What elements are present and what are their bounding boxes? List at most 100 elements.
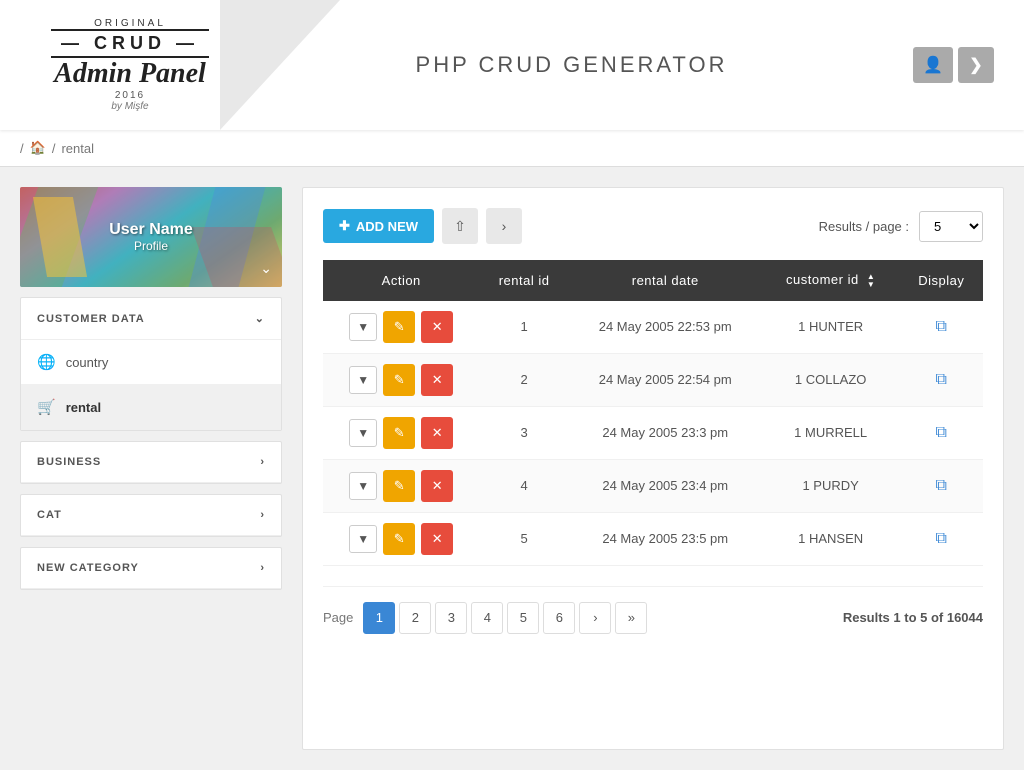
row-edit-button[interactable]: ✎ [383,523,415,555]
logo-crud: — CRUD — [51,29,209,58]
sidebar-section-customer-data-label: CUSTOMER DATA [37,313,145,325]
breadcrumb-sep2: / [52,141,56,156]
header-triangle [220,0,340,130]
cell-customer-id: 1 COLLAZO [762,353,900,406]
row-delete-button[interactable]: ✕ [421,523,453,555]
row-delete-button[interactable]: ✕ [421,470,453,502]
page-btn-4[interactable]: 4 [471,602,503,634]
export-button[interactable]: ⇧ [442,208,478,244]
sidebar-section-business-label: BUSINESS [37,456,101,468]
page-btn-6[interactable]: 6 [543,602,575,634]
cell-customer-id: 1 HANSEN [762,512,900,565]
action-cell: ▼ ✎ ✕ [323,353,479,406]
row-view-button[interactable]: ⧉ [936,424,947,442]
plus-icon: ✚ [339,218,350,234]
action-cell: ▼ ✎ ✕ [323,406,479,459]
col-customer-id[interactable]: customer id ▲ ▼ [762,260,900,301]
cell-display: ⧉ [900,459,983,512]
row-edit-button[interactable]: ✎ [383,364,415,396]
sidebar-section-customer-data: CUSTOMER DATA ⌄ 🌐 country 🛒 rental [20,297,282,431]
sidebar-section-customer-data-header[interactable]: CUSTOMER DATA ⌄ [21,298,281,340]
upload-icon: ⇧ [454,218,466,235]
cell-rental-id: 4 [479,459,568,512]
row-view-button[interactable]: ⧉ [936,530,947,548]
row-dropdown-button[interactable]: ▼ [349,313,377,341]
cell-rental-id: 2 [479,353,568,406]
cell-customer-id: 1 PURDY [762,459,900,512]
page-btn-5[interactable]: 5 [507,602,539,634]
cell-rental-date: 24 May 2005 22:53 pm [569,301,762,354]
pagination: Page 1 2 3 4 5 6 › » [323,602,647,634]
sidebar-section-cat-header[interactable]: CAT › [21,495,281,536]
row-view-button[interactable]: ⧉ [936,318,947,336]
add-new-button[interactable]: ✚ ADD NEW [323,209,434,243]
sidebar-item-rental[interactable]: 🛒 rental [21,385,281,430]
cell-rental-date: 24 May 2005 23:4 pm [569,459,762,512]
user-button[interactable]: 👤 [913,47,953,83]
sidebar-section-new-category-header[interactable]: NEW CATEGORY › [21,548,281,589]
row-delete-button[interactable]: ✕ [421,364,453,396]
breadcrumb-current: rental [61,141,94,156]
row-edit-button[interactable]: ✎ [383,311,415,343]
page-btn-3[interactable]: 3 [435,602,467,634]
cell-customer-id: 1 MURRELL [762,406,900,459]
toolbar: ✚ ADD NEW ⇧ › Results / page : 5 10 25 5… [323,208,983,244]
row-delete-button[interactable]: ✕ [421,417,453,449]
cell-display: ⧉ [900,301,983,354]
toolbar-left: ✚ ADD NEW ⇧ › [323,208,522,244]
sidebar-profile[interactable]: User Name Profile ⌄ [20,187,282,287]
cell-rental-id: 5 [479,512,568,565]
sidebar-item-country[interactable]: 🌐 country [21,340,281,385]
sidebar-section-cat-label: CAT [37,509,62,521]
pagination-area: Page 1 2 3 4 5 6 › » Results 1 to 5 of 1… [323,586,983,634]
sidebar-section-business-chevron: › [260,456,265,468]
logo-admin: Admin Panel [54,58,206,90]
sidebar-section-new-category-label: NEW CATEGORY [37,562,139,574]
profile-chevron-icon: ⌄ [260,260,272,277]
sidebar-item-country-label: country [66,355,109,370]
breadcrumb-home[interactable]: 🏠 [30,140,46,156]
header-right: 👤 ❯ [913,47,994,83]
header-chevron-button[interactable]: ❯ [958,47,994,83]
action-cell: ▼ ✎ ✕ [323,512,479,565]
sidebar-section-business-header[interactable]: BUSINESS › [21,442,281,483]
logo-year: 2016 [115,90,145,101]
cell-rental-id: 1 [479,301,568,354]
page-btn-2[interactable]: 2 [399,602,431,634]
cell-display: ⧉ [900,406,983,459]
table-row: ▼ ✎ ✕ 4 24 May 2005 23:4 pm 1 PURDY ⧉ [323,459,983,512]
col-action: Action [323,260,479,301]
toolbar-next-button[interactable]: › [486,208,522,244]
row-dropdown-button[interactable]: ▼ [349,525,377,553]
results-info: Results 1 to 5 of 16044 [843,610,983,625]
page-btn-1[interactable]: 1 [363,602,395,634]
col-display: Display [900,260,983,301]
action-cell: ▼ ✎ ✕ [323,301,479,354]
toolbar-right: Results / page : 5 10 25 50 100 [819,211,983,242]
row-dropdown-button[interactable]: ▼ [349,366,377,394]
page-btn-last[interactable]: » [615,602,647,634]
results-per-page-select[interactable]: 5 10 25 50 100 [919,211,983,242]
row-delete-button[interactable]: ✕ [421,311,453,343]
sidebar-section-customer-data-chevron: ⌄ [255,312,265,325]
sidebar: User Name Profile ⌄ CUSTOMER DATA ⌄ 🌐 co… [20,187,282,750]
breadcrumb-slash: / [20,141,24,156]
cell-display: ⧉ [900,512,983,565]
cell-display: ⧉ [900,353,983,406]
row-edit-button[interactable]: ✎ [383,470,415,502]
row-edit-button[interactable]: ✎ [383,417,415,449]
row-dropdown-button[interactable]: ▼ [349,472,377,500]
table-row: ▼ ✎ ✕ 1 24 May 2005 22:53 pm 1 HUNTER ⧉ [323,301,983,354]
logo-by: by Mişfe [111,101,148,112]
cell-customer-id: 1 HUNTER [762,301,900,354]
table-row: ▼ ✎ ✕ 2 24 May 2005 22:54 pm 1 COLLAZO ⧉ [323,353,983,406]
row-dropdown-button[interactable]: ▼ [349,419,377,447]
row-view-button[interactable]: ⧉ [936,371,947,389]
table-row: ▼ ✎ ✕ 3 24 May 2005 23:3 pm 1 MURRELL ⧉ [323,406,983,459]
data-table: Action rental id rental date customer id… [323,260,983,566]
cart-icon: 🛒 [37,398,56,416]
logo-original: ORIGINAL [94,18,166,29]
row-view-button[interactable]: ⧉ [936,477,947,495]
cell-rental-date: 24 May 2005 23:3 pm [569,406,762,459]
page-btn-next[interactable]: › [579,602,611,634]
